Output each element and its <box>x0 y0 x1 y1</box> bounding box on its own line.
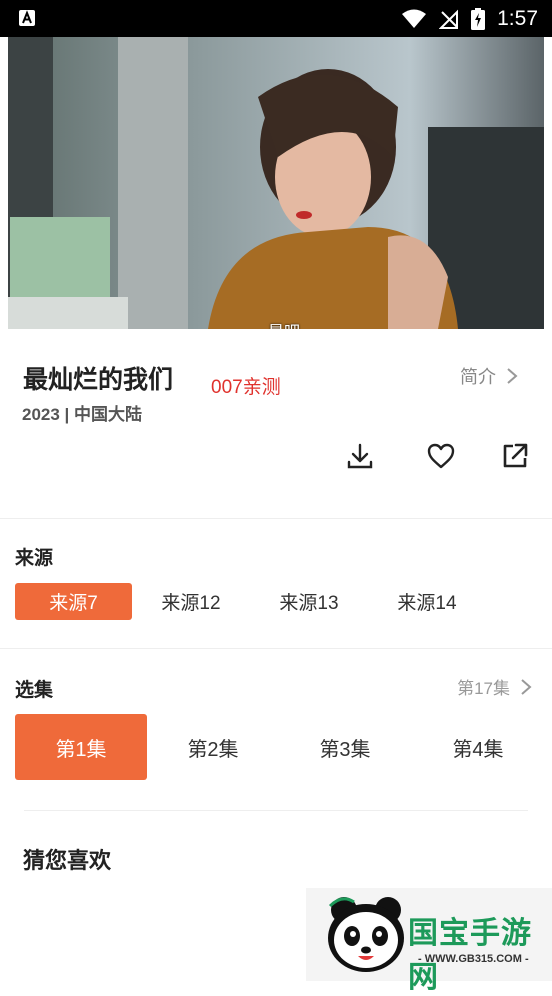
download-icon <box>347 443 373 469</box>
share-button[interactable] <box>497 438 533 474</box>
video-frame <box>8 37 544 329</box>
wifi-icon <box>402 9 427 28</box>
divider <box>0 518 552 519</box>
episode-2[interactable]: 第2集 <box>147 714 279 780</box>
intro-link[interactable]: 简介 <box>460 363 518 389</box>
notification-a-icon <box>19 10 35 26</box>
no-signal-icon <box>439 9 459 29</box>
watermark: 国宝手游网 - WWW.GB315.COM - <box>306 888 552 994</box>
watermark-url: - WWW.GB315.COM - <box>418 953 529 965</box>
chevron-right-icon <box>507 368 518 384</box>
recommend-title: 猜您喜欢 <box>23 848 112 873</box>
source-section-title: 来源 <box>15 548 54 569</box>
episode-4[interactable]: 第4集 <box>412 714 544 780</box>
status-time: 1:57 <box>497 6 538 30</box>
divider <box>0 648 552 649</box>
episode-3[interactable]: 第3集 <box>279 714 411 780</box>
tested-badge: 007亲测 <box>211 377 281 398</box>
heart-icon <box>427 443 455 469</box>
favorite-button[interactable] <box>423 438 459 474</box>
intro-label: 简介 <box>460 367 496 387</box>
panda-logo-icon <box>328 897 404 972</box>
episodes-section-title: 选集 <box>15 680 54 701</box>
chevron-right-icon <box>521 678 532 695</box>
episode-1[interactable]: 第1集 <box>15 714 147 780</box>
drama-meta: 2023 | 中国大陆 <box>22 405 143 424</box>
source-option-14[interactable]: 来源14 <box>368 583 486 620</box>
drama-title: 最灿烂的我们 <box>23 366 174 394</box>
battery-charging-icon <box>471 7 486 30</box>
source-option-12[interactable]: 来源12 <box>132 583 250 620</box>
status-bar: 1:57 <box>0 0 552 37</box>
episode-total-label: 第17集 <box>457 679 510 698</box>
share-icon <box>503 443 528 468</box>
video-player[interactable]: 是吧 <box>8 37 544 329</box>
video-subtitle: 是吧 <box>8 318 544 329</box>
source-option-7[interactable]: 来源7 <box>15 583 132 620</box>
divider <box>24 810 528 811</box>
source-option-13[interactable]: 来源13 <box>250 583 368 620</box>
download-button[interactable] <box>342 438 378 474</box>
all-episodes-link[interactable]: 第17集 <box>457 674 532 699</box>
watermark-brand: 国宝手游网 <box>408 917 532 994</box>
